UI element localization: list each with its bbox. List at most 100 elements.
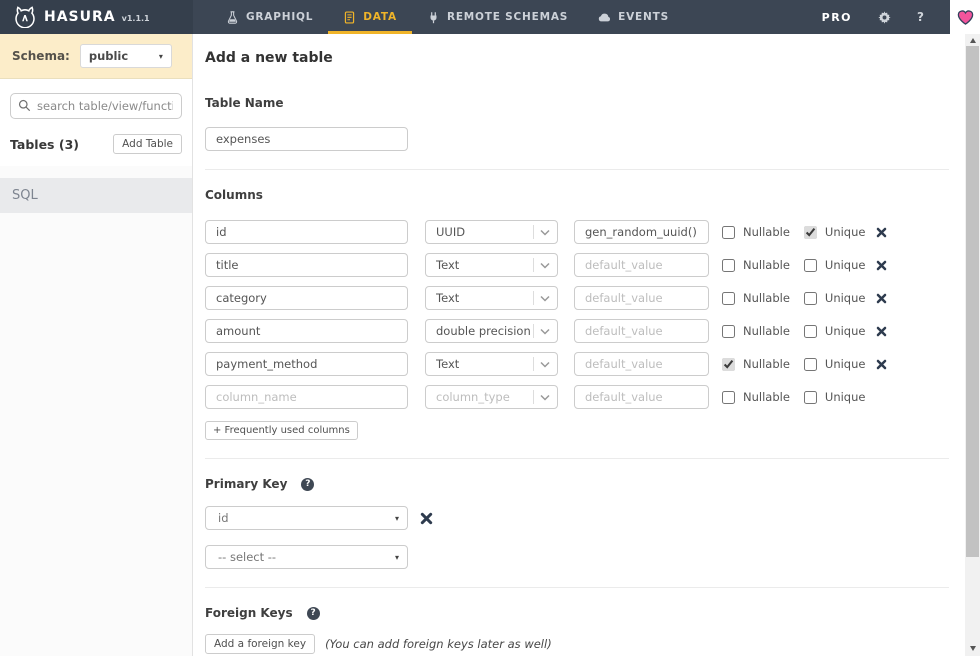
remove-column-icon[interactable] <box>876 260 887 271</box>
schema-section: Schema: public ▾ <box>0 34 192 79</box>
scroll-up-arrow-icon[interactable] <box>965 34 980 46</box>
search-icon <box>18 99 31 112</box>
unique-checkbox[interactable] <box>803 225 817 239</box>
column-name-input[interactable] <box>205 352 408 376</box>
sidebar: Schema: public ▾ Tables (3) Add Table SQ… <box>0 34 193 656</box>
foreign-keys-note: (You can add foreign keys later as well) <box>325 637 552 651</box>
brand-area[interactable]: HASURA v1.1.1 <box>0 0 193 34</box>
nav-tabs: GRAPHIQL DATA REMOTE SCHEMAS EVENTS <box>211 0 684 34</box>
primary-key-second-select[interactable]: -- select -- ▾ <box>205 545 408 569</box>
scrollbar[interactable] <box>965 34 980 656</box>
unique-label: Unique <box>824 390 866 404</box>
settings-button[interactable] <box>878 10 891 24</box>
column-type-value: Text <box>436 357 460 371</box>
column-default-input[interactable] <box>574 220 709 244</box>
column-type-value: double precision <box>436 324 531 338</box>
help-button[interactable]: ? <box>917 10 924 24</box>
nullable-label: Nullable <box>743 390 790 404</box>
nullable-checkbox[interactable] <box>722 258 735 272</box>
hasura-logo-icon <box>15 6 35 28</box>
add-table-button[interactable]: Add Table <box>113 134 182 154</box>
column-type-select[interactable]: Text <box>425 253 558 277</box>
column-type-select[interactable]: column_type <box>425 385 558 409</box>
tab-label: REMOTE SCHEMAS <box>446 11 569 23</box>
column-type-select[interactable]: UUID <box>425 220 558 244</box>
column-name-input[interactable] <box>205 385 408 409</box>
unique-checkbox[interactable] <box>803 390 817 404</box>
remove-column-icon[interactable] <box>876 326 887 337</box>
tab-graphiql[interactable]: GRAPHIQL <box>211 0 328 34</box>
schema-select[interactable]: public ▾ <box>79 44 172 68</box>
remove-column-icon[interactable] <box>876 359 887 370</box>
table-name-input[interactable] <box>205 127 408 151</box>
tables-panel: Tables (3) Add Table <box>0 79 192 166</box>
columns-label: Columns <box>205 188 263 202</box>
column-row: Text Nullable Unique <box>205 253 949 277</box>
foreign-keys-help-icon[interactable]: ? <box>306 606 320 620</box>
search-input[interactable] <box>10 93 182 119</box>
cloud-icon <box>598 13 611 21</box>
brand-name: HASURA <box>44 9 116 25</box>
tab-events[interactable]: EVENTS <box>583 0 684 34</box>
column-type-select[interactable]: Text <box>425 352 558 376</box>
column-name-input[interactable] <box>205 286 408 310</box>
unique-checkbox[interactable] <box>803 357 817 371</box>
unique-label: Unique <box>824 324 866 338</box>
column-name-input[interactable] <box>205 253 408 277</box>
add-foreign-key-button[interactable]: Add a foreign key <box>205 634 316 654</box>
sidebar-item-sql[interactable]: SQL <box>0 178 192 213</box>
love-button[interactable] <box>950 0 980 34</box>
foreign-keys-label-text: Foreign Keys <box>205 606 293 620</box>
nullable-label: Nullable <box>743 225 790 239</box>
scrollbar-thumb[interactable] <box>966 46 979 557</box>
main-content: Add a new table Table Name Columns UUID … <box>193 34 965 656</box>
primary-key-select[interactable]: id ▾ <box>205 506 408 530</box>
column-row: Text Nullable Unique <box>205 352 949 376</box>
nullable-checkbox[interactable] <box>722 357 735 371</box>
column-default-input[interactable] <box>574 286 709 310</box>
column-default-input[interactable] <box>574 253 709 277</box>
tab-data[interactable]: DATA <box>328 0 412 34</box>
column-type-select[interactable]: Text <box>425 286 558 310</box>
column-type-value: UUID <box>436 225 466 239</box>
select-separator <box>533 258 534 272</box>
foreign-keys-label: Foreign Keys ? <box>205 606 949 620</box>
tab-label: GRAPHIQL <box>246 11 314 23</box>
column-default-input[interactable] <box>574 352 709 376</box>
remove-column-icon[interactable] <box>876 227 887 238</box>
tab-remote-schemas[interactable]: REMOTE SCHEMAS <box>412 0 583 34</box>
schema-label: Schema: <box>12 49 70 63</box>
pro-button[interactable]: PRO <box>822 11 852 24</box>
nullable-checkbox[interactable] <box>722 390 735 404</box>
tables-heading: Tables (3) <box>10 136 79 152</box>
column-name-input[interactable] <box>205 319 408 343</box>
data-file-icon <box>345 10 355 24</box>
unique-checkbox[interactable] <box>803 324 817 338</box>
gear-icon <box>878 10 891 24</box>
remove-primary-key-icon[interactable] <box>420 512 433 525</box>
column-row: Text Nullable Unique <box>205 286 949 310</box>
nullable-checkbox[interactable] <box>722 324 735 338</box>
nullable-checkbox[interactable] <box>722 291 735 305</box>
chevron-down-icon <box>540 328 550 335</box>
unique-checkbox[interactable] <box>803 291 817 305</box>
primary-key-help-icon[interactable]: ? <box>301 477 315 491</box>
select-separator <box>533 390 534 404</box>
column-row: UUID Nullable Unique <box>205 220 949 244</box>
frequently-used-columns-button[interactable]: + Frequently used columns <box>205 421 358 440</box>
column-name-input[interactable] <box>205 220 408 244</box>
column-type-value: Text <box>436 291 460 305</box>
caret-down-icon: ▾ <box>394 552 399 562</box>
column-type-value: column_type <box>436 390 510 404</box>
column-default-input[interactable] <box>574 385 709 409</box>
divider <box>205 169 949 170</box>
nullable-label: Nullable <box>743 357 790 371</box>
divider <box>205 587 949 588</box>
nullable-checkbox[interactable] <box>722 225 735 239</box>
unique-checkbox[interactable] <box>803 258 817 272</box>
hasura-console: HASURA v1.1.1 GRAPHIQL DATA REMOTE SCHEM… <box>0 0 980 656</box>
column-type-select[interactable]: double precision <box>425 319 558 343</box>
remove-column-icon[interactable] <box>876 293 887 304</box>
scroll-down-arrow-icon[interactable] <box>965 642 980 654</box>
column-default-input[interactable] <box>574 319 709 343</box>
